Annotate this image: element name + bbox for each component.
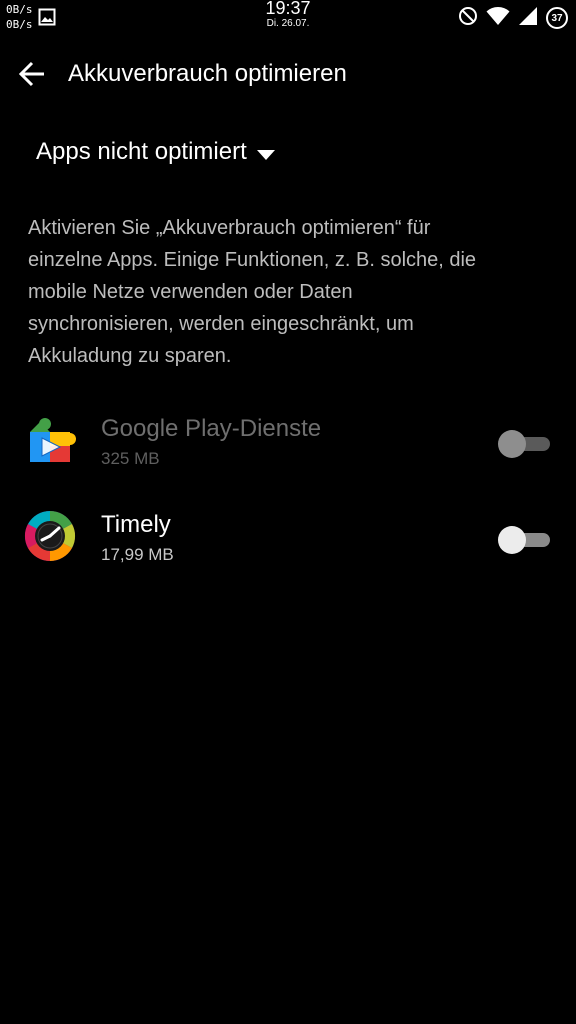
- dnd-icon: [458, 6, 478, 31]
- optimize-toggle[interactable]: [498, 526, 550, 554]
- app-size: 325 MB: [101, 449, 160, 468]
- app-name: Google Play-Dienste: [101, 415, 322, 442]
- google-play-services-icon: [24, 414, 76, 466]
- status-bar: 0B/s 0B/s 19:37 Di. 26.07. 37: [0, 0, 576, 38]
- app-row-google-play-services[interactable]: Google Play-Dienste 325 MB: [0, 396, 576, 488]
- app-name: Timely: [101, 511, 171, 538]
- filter-dropdown[interactable]: Apps nicht optimiert: [36, 134, 275, 170]
- status-icons: 37: [458, 6, 568, 30]
- back-button[interactable]: [18, 60, 48, 88]
- toggle-thumb: [498, 430, 526, 458]
- optimize-toggle[interactable]: [498, 430, 550, 458]
- description-text: Aktivieren Sie „Akkuverbrauch optimieren…: [28, 217, 477, 367]
- wifi-icon: [486, 6, 510, 31]
- app-size: 17,99 MB: [101, 545, 174, 564]
- toolbar: Akkuverbrauch optimieren: [0, 48, 576, 100]
- arrow-back-icon: [18, 61, 44, 87]
- date: Di. 26.07.: [266, 18, 310, 29]
- upload-speed: 0B/s: [6, 3, 33, 16]
- toggle-thumb: [498, 526, 526, 554]
- app-row-timely[interactable]: Timely 17,99 MB: [0, 492, 576, 584]
- signal-icon: [518, 6, 538, 31]
- download-speed: 0B/s: [6, 18, 33, 31]
- dropdown-arrow-icon: [256, 147, 275, 160]
- battery-icon: 37: [546, 7, 568, 29]
- page-title: Akkuverbrauch optimieren: [68, 60, 347, 87]
- filter-selected-label: Apps nicht optimiert: [36, 138, 247, 165]
- timely-icon: [24, 510, 76, 562]
- network-speed: 0B/s 0B/s: [6, 2, 33, 32]
- time: 19:37: [265, 0, 311, 18]
- image-icon: [38, 8, 56, 26]
- clock: 19:37 Di. 26.07.: [238, 0, 338, 30]
